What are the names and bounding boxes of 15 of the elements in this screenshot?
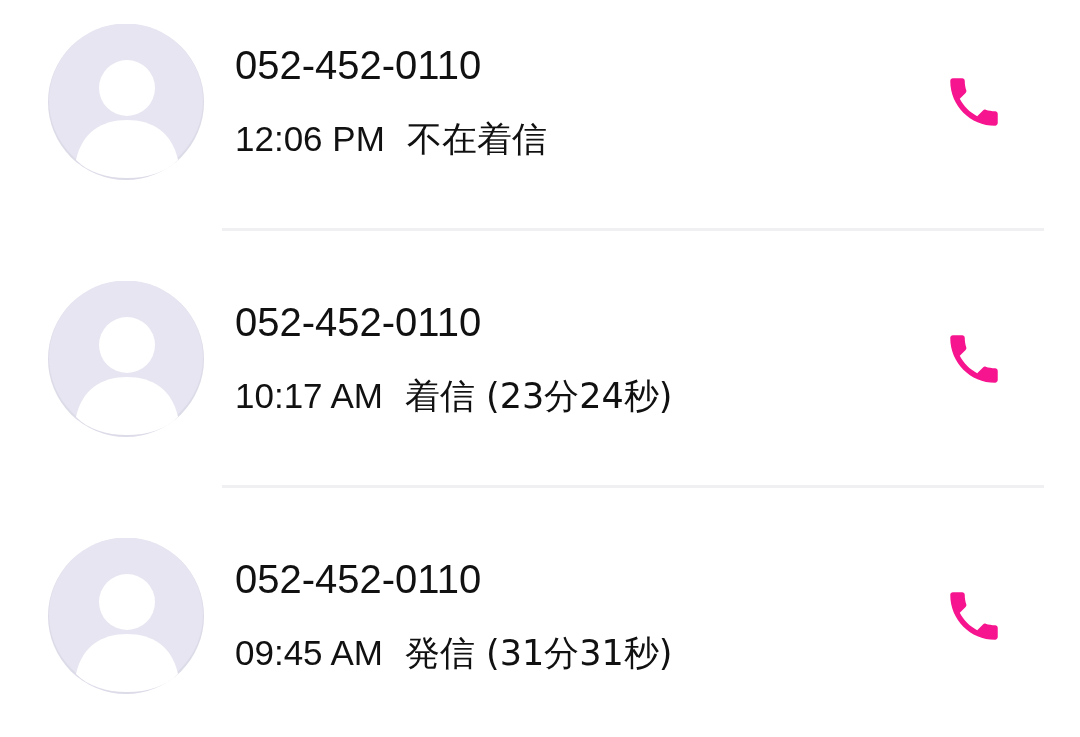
phone-icon[interactable] xyxy=(950,592,998,640)
avatar-icon xyxy=(48,538,204,694)
phone-number: 052-452-0110 xyxy=(235,299,483,346)
avatar-icon xyxy=(48,281,204,437)
phone-icon[interactable] xyxy=(950,78,998,126)
call-time: 09:45 AM xyxy=(235,632,383,674)
phone-number: 052-452-0110 xyxy=(235,42,483,89)
phone-icon[interactable] xyxy=(950,335,998,383)
call-type: 着信 (23分24秒) xyxy=(404,375,673,418)
call-time: 10:17 AM xyxy=(235,375,383,417)
call-type: 不在着信 xyxy=(406,118,547,161)
call-type: 発信 (31分31秒) xyxy=(404,632,673,675)
call-time: 12:06 PM xyxy=(235,118,385,160)
avatar-icon xyxy=(48,24,204,180)
phone-number: 052-452-0110 xyxy=(235,556,483,603)
